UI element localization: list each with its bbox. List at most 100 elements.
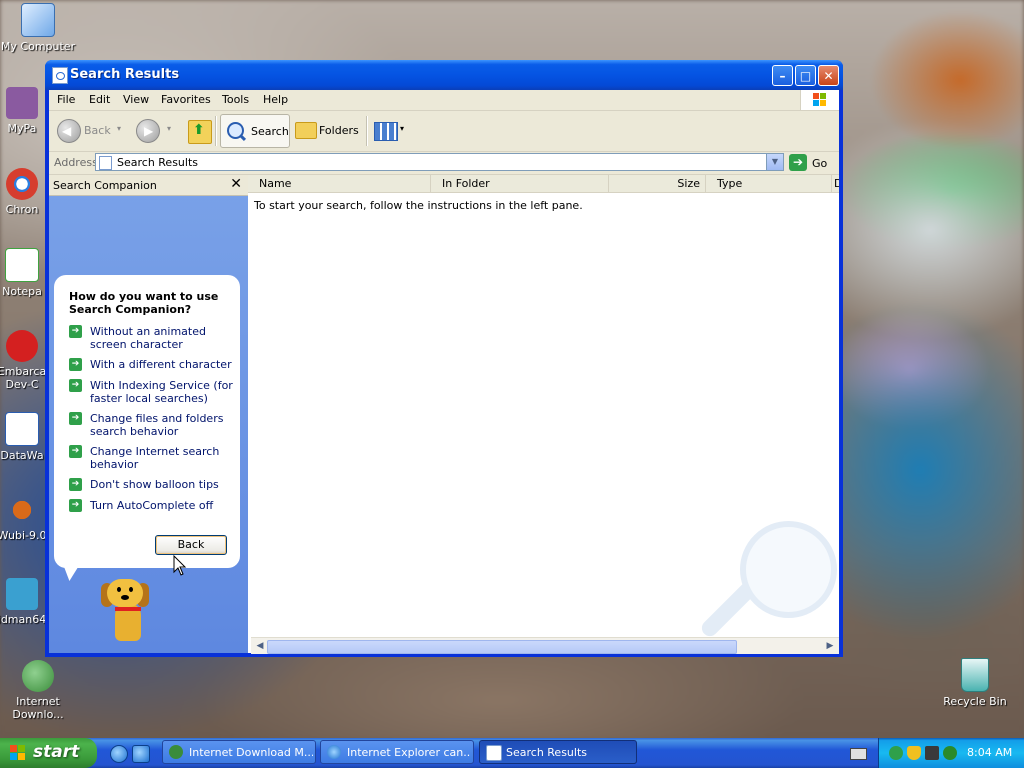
column-name[interactable]: Name (248, 175, 431, 192)
folders-button[interactable]: Folders (319, 124, 359, 137)
up-folder-button[interactable] (188, 120, 212, 144)
search-icon (227, 122, 244, 139)
task-internet-explorer[interactable]: Internet Explorer can... (320, 740, 474, 764)
search-companion-pane: Search Companion ✕ How do you want to us… (49, 175, 248, 653)
search-button[interactable]: Search (220, 114, 290, 148)
close-button[interactable]: ✕ (818, 65, 839, 86)
address-bar: Address Search Results ▼ ➔ Go (49, 152, 839, 175)
forward-arrow-icon: ▶ (144, 124, 154, 138)
start-button[interactable]: start (0, 738, 97, 768)
green-arrow-icon: ➔ (69, 412, 82, 425)
desktop-icon-recycle-bin[interactable]: Recycle Bin (937, 658, 1013, 708)
quicklaunch-ie-icon[interactable] (110, 745, 128, 763)
option-label: Change files and folders search behavior (90, 412, 224, 438)
safely-remove-hardware-icon[interactable] (925, 746, 939, 760)
search-label: Search (251, 125, 289, 138)
option-label: With Indexing Service (for faster local … (90, 379, 233, 405)
desktop-icon-label: My Computer (0, 40, 76, 53)
menu-view[interactable]: View (123, 93, 149, 106)
back-button[interactable]: ◀ (57, 119, 81, 143)
go-arrow-icon: ➔ (789, 154, 807, 171)
standard-toolbar: ◀ Back ▾ ▶ ▾ Search Folders ▾ (49, 111, 839, 152)
menu-help[interactable]: Help (263, 93, 288, 106)
minimize-button[interactable]: – (772, 65, 793, 86)
option-label: With a different character (90, 358, 232, 371)
address-field[interactable]: Search Results ▼ (95, 153, 784, 171)
keyboard-language-icon[interactable] (850, 748, 867, 760)
window-client: File Edit View Favorites Tools Help ◀ Ba… (49, 90, 839, 654)
menu-edit[interactable]: Edit (89, 93, 110, 106)
folders-icon[interactable] (295, 122, 317, 139)
close-pane-icon[interactable]: ✕ (230, 176, 242, 192)
window-title: Search Results (70, 67, 180, 82)
desktop-icon-internet-download-manager[interactable]: Internet Downlo... (0, 660, 76, 721)
security-shield-icon[interactable] (907, 746, 921, 760)
desktop-icon-label: Internet Downlo... (12, 695, 64, 721)
address-value: Search Results (117, 156, 199, 169)
people-icon (6, 87, 38, 119)
chrome-icon (6, 168, 38, 200)
green-arrow-icon: ➔ (69, 358, 82, 371)
green-arrow-icon: ➔ (69, 478, 82, 491)
back-dropdown[interactable]: ▾ (117, 124, 121, 133)
toolbar-separator (215, 116, 217, 146)
network-tray-icon[interactable] (889, 746, 903, 760)
ubuntu-icon (6, 494, 38, 526)
toolbar-separator (366, 116, 368, 146)
devcpp-icon (6, 330, 38, 362)
task-internet-download-manager[interactable]: Internet Download M... (162, 740, 316, 764)
forward-dropdown[interactable]: ▾ (167, 124, 171, 133)
search-window-icon (52, 67, 68, 84)
ie-icon (327, 745, 341, 759)
computer-icon (21, 3, 55, 37)
search-companion-title: Search Companion (53, 179, 157, 192)
scroll-left-button[interactable]: ◀ (253, 639, 267, 653)
taskbar: start Internet Download M... Internet Ex… (0, 738, 1024, 768)
scroll-right-button[interactable]: ▶ (823, 639, 837, 653)
forward-button[interactable]: ▶ (136, 119, 160, 143)
menu-favorites[interactable]: Favorites (161, 93, 211, 106)
column-date-modified[interactable]: D (832, 175, 839, 192)
menu-tools[interactable]: Tools (222, 93, 249, 106)
desktop-icon-my-computer[interactable]: My Computer (0, 3, 76, 53)
maximize-button[interactable]: □ (795, 65, 816, 86)
search-page-icon (99, 156, 112, 170)
windows-logo (800, 90, 839, 110)
search-companion-header: Search Companion ✕ (49, 175, 248, 196)
address-dropdown-button[interactable]: ▼ (766, 154, 783, 170)
idman-icon (6, 578, 38, 610)
scrollbar-thumb[interactable] (267, 640, 737, 654)
green-arrow-icon: ➔ (69, 445, 82, 458)
title-bar[interactable]: Search Results – □ ✕ (45, 60, 843, 90)
search-instructions: To start your search, follow the instruc… (254, 199, 583, 212)
windows-flag-icon (10, 745, 26, 761)
go-button[interactable]: ➔ Go (789, 154, 837, 172)
download-manager-icon (169, 745, 183, 759)
results-pane: Name In Folder Size Type D To start your… (248, 175, 839, 654)
column-in-folder[interactable]: In Folder (431, 175, 609, 192)
views-dropdown[interactable]: ▾ (400, 124, 404, 133)
rover-dog-character[interactable] (99, 575, 159, 647)
views-icon[interactable] (374, 122, 398, 141)
task-search-results[interactable]: Search Results (479, 740, 637, 764)
task-label: Internet Download M... (189, 746, 313, 759)
start-label: start (33, 742, 80, 762)
option-label: Change Internet search behavior (90, 445, 220, 471)
green-arrow-icon: ➔ (69, 499, 82, 512)
notepad-icon (5, 248, 39, 282)
download-manager-icon (22, 660, 54, 692)
horizontal-scrollbar[interactable]: ◀ ▶ (251, 637, 839, 654)
desktop-icon-label: Recycle Bin (943, 695, 1007, 708)
task-label: Internet Explorer can... (347, 746, 471, 759)
menu-file[interactable]: File (57, 93, 75, 106)
download-manager-tray-icon[interactable] (943, 746, 957, 760)
quicklaunch-app-icon[interactable] (132, 745, 150, 763)
green-arrow-icon: ➔ (69, 379, 82, 392)
balloon-tail (59, 563, 81, 581)
column-size[interactable]: Size (609, 175, 706, 192)
mouse-cursor-icon (173, 555, 187, 576)
system-clock[interactable]: 8:04 AM (967, 746, 1012, 759)
companion-balloon: How do you want to use Search Companion?… (54, 275, 240, 568)
column-type[interactable]: Type (706, 175, 832, 192)
balloon-back-button[interactable]: Back (155, 535, 227, 555)
